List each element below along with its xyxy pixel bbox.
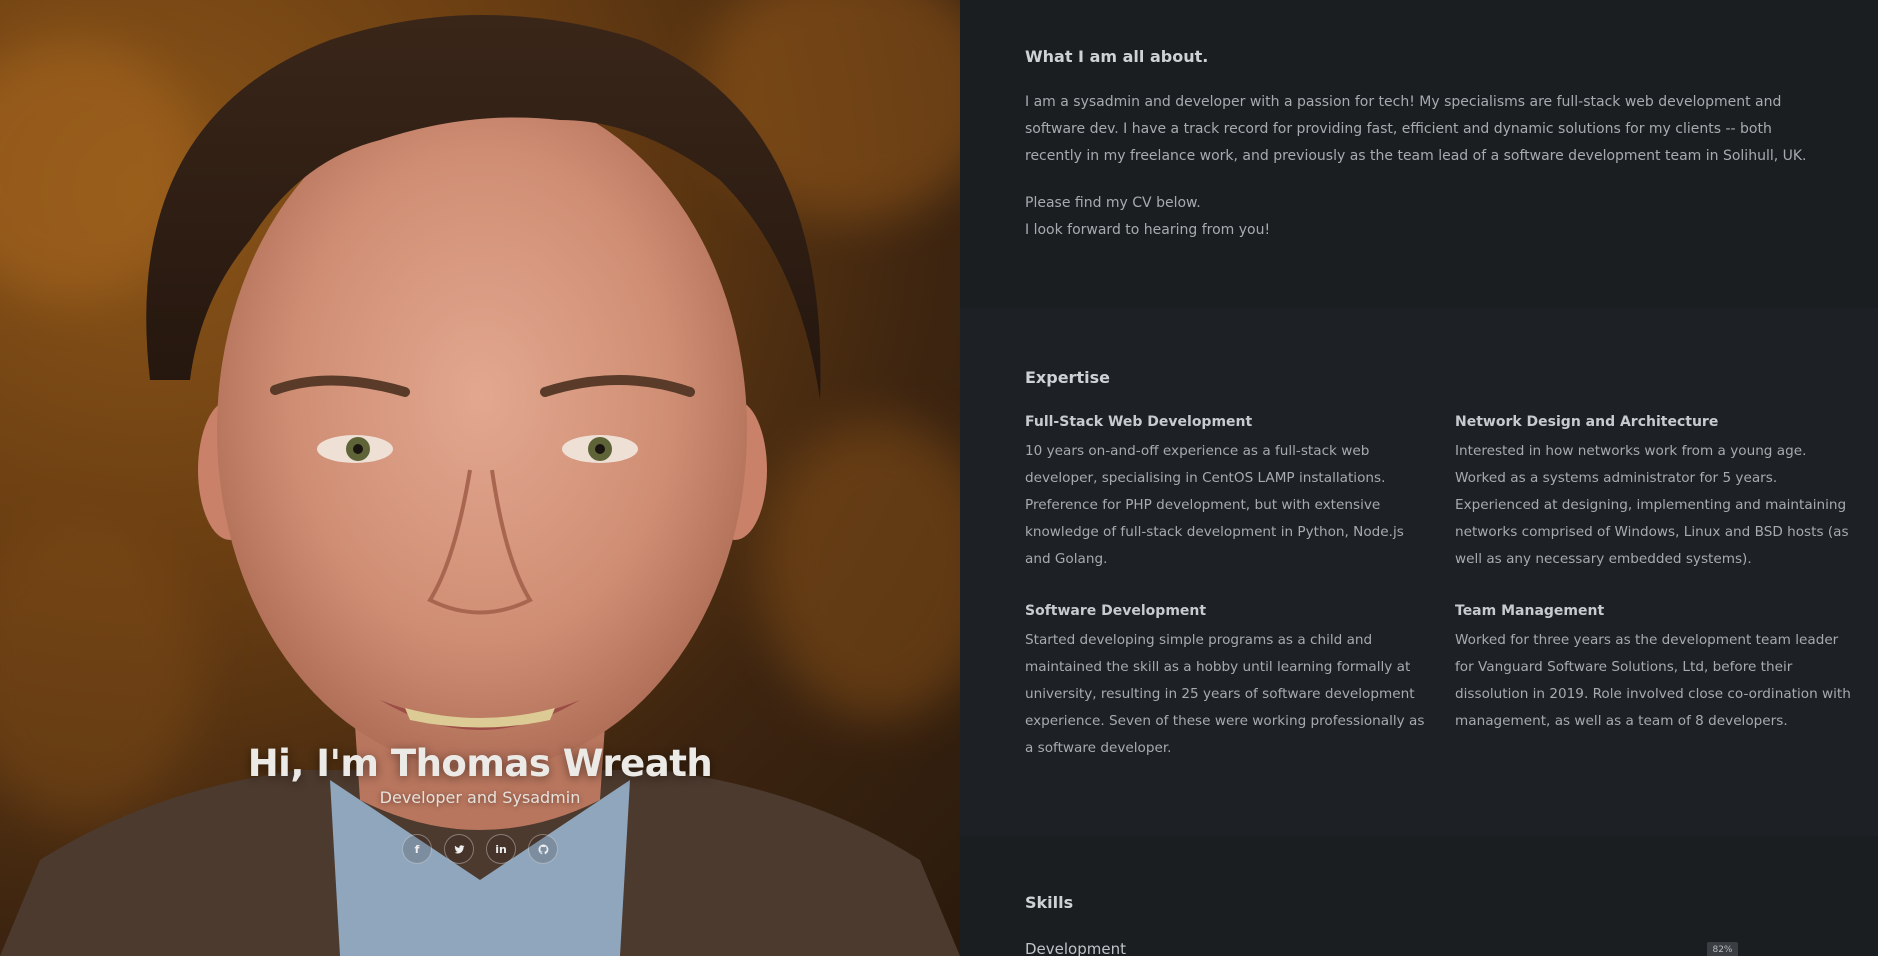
- expertise-title: Expertise: [1025, 368, 1110, 387]
- twitter-icon: [453, 844, 465, 853]
- about-closing-line: I look forward to hearing from you!: [1025, 222, 1271, 238]
- expertise-item: Full-Stack Web Development 10 years on-a…: [1025, 414, 1425, 573]
- github-link[interactable]: [528, 834, 558, 864]
- about-cv-note: Please find my CV below. I look forward …: [1025, 190, 1815, 244]
- expertise-item-title: Network Design and Architecture: [1455, 414, 1719, 430]
- skills-title: Skills: [1025, 893, 1074, 912]
- expertise-item-text: Worked for three years as the developmen…: [1455, 632, 1851, 729]
- hero-name: Hi, I'm Thomas Wreath: [247, 742, 713, 785]
- about-cv-line: Please find my CV below.: [1025, 195, 1201, 211]
- expertise-item-text: Started developing simple programs as a …: [1025, 632, 1425, 756]
- expertise-item-title: Full-Stack Web Development: [1025, 414, 1253, 430]
- hero-photo-panel: Hi, I'm Thomas Wreath Developer and Sysa…: [0, 0, 960, 956]
- hero-role: Developer and Sysadmin: [379, 788, 581, 807]
- expertise-item-title: Software Development: [1025, 603, 1207, 619]
- content-panel: What I am all about. I am a sysadmin and…: [960, 0, 1878, 956]
- about-paragraph: I am a sysadmin and developer with a pas…: [1025, 94, 1807, 164]
- expertise-item: Team Management Worked for three years a…: [1455, 603, 1855, 735]
- expertise-item-text: Interested in how networks work from a y…: [1455, 443, 1849, 567]
- about-title: What I am all about.: [1025, 47, 1209, 66]
- skill-percent-badge: 82%: [1707, 942, 1738, 956]
- facebook-icon: f: [414, 842, 420, 856]
- portrait-photo: [0, 15, 960, 956]
- skill-label: Development: [1025, 940, 1126, 956]
- social-links: f in: [0, 834, 960, 864]
- github-icon: [537, 843, 548, 854]
- linkedin-link[interactable]: in: [486, 834, 516, 864]
- expertise-item: Network Design and Architecture Interest…: [1455, 414, 1855, 573]
- facebook-link[interactable]: f: [402, 834, 432, 864]
- expertise-item-text: 10 years on-and-off experience as a full…: [1025, 443, 1404, 567]
- twitter-link[interactable]: [444, 834, 474, 864]
- expertise-item-title: Team Management: [1455, 603, 1605, 619]
- expertise-item: Software Development Started developing …: [1025, 603, 1425, 762]
- linkedin-icon: in: [495, 842, 507, 856]
